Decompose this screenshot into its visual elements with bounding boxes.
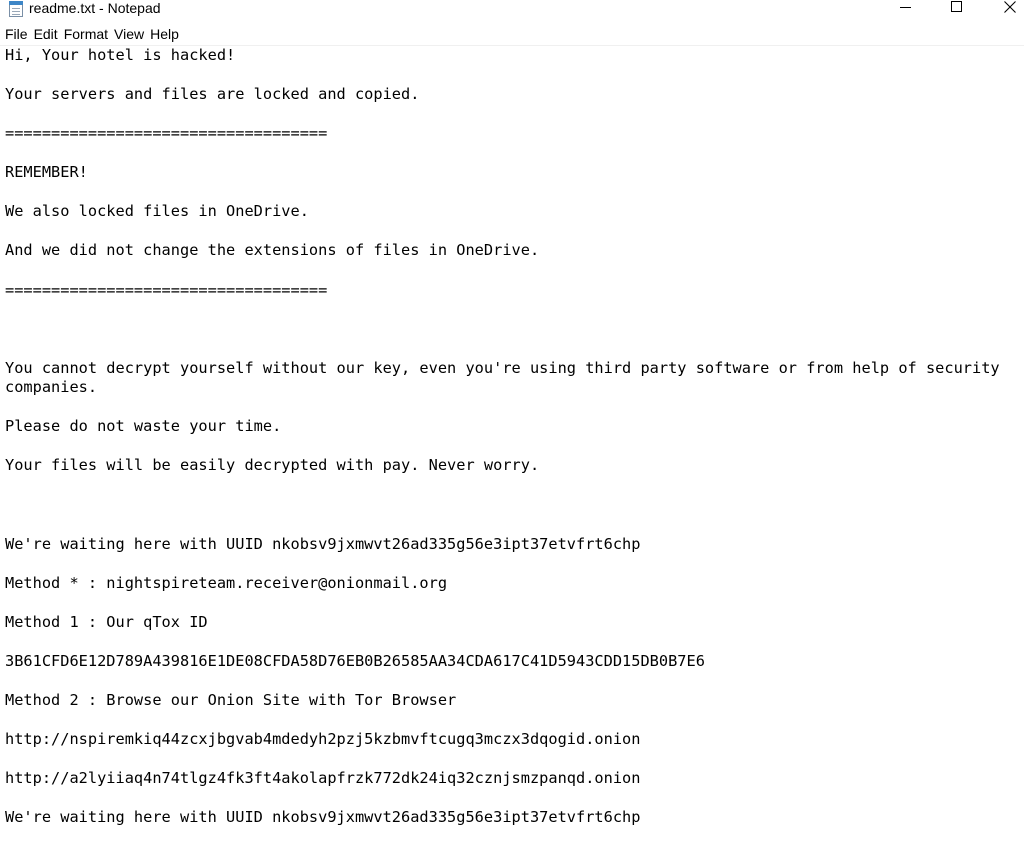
text-line bbox=[5, 320, 1005, 340]
minimize-button[interactable] bbox=[882, 0, 928, 20]
text-line bbox=[5, 398, 1005, 418]
text-line: Please do not waste your time. bbox=[5, 417, 282, 436]
text-line: We're waiting here with UUID nkobsv9jxmw… bbox=[5, 808, 641, 827]
text-line: http://nspiremkiq44zcxjbgvab4mdedyh2pzj5… bbox=[5, 730, 641, 749]
text-line: Hi, Your hotel is hacked! bbox=[5, 46, 236, 64]
maximize-button[interactable] bbox=[934, 0, 980, 20]
menu-file[interactable]: File bbox=[0, 25, 30, 45]
text-line: companies. bbox=[5, 378, 98, 397]
text-editor[interactable]: Hi, Your hotel is hacked! Your servers a… bbox=[0, 45, 1024, 863]
text-line bbox=[5, 711, 1005, 731]
text-line bbox=[5, 632, 1005, 652]
text-line: http://a2lyiiaq4n74tlgz4fk3ft4akolapfrzk… bbox=[5, 769, 641, 788]
close-icon bbox=[1004, 1, 1016, 13]
text-line: =================================== bbox=[5, 280, 328, 299]
text-line: We're waiting here with UUID nkobsv9jxmw… bbox=[5, 534, 641, 553]
text-line bbox=[5, 750, 1005, 770]
menu-help[interactable]: Help bbox=[146, 25, 181, 45]
text-line bbox=[5, 222, 1005, 242]
text-line bbox=[5, 476, 1005, 496]
text-line bbox=[5, 789, 1005, 809]
text-line: 3B61CFD6E12D789A439816E1DE08CFDA58D76EB0… bbox=[5, 651, 705, 670]
window-title: readme.txt - Notepad bbox=[29, 0, 161, 16]
text-line: We also locked files in OneDrive. bbox=[5, 202, 309, 221]
text-line bbox=[5, 672, 1005, 692]
menu-view[interactable]: View bbox=[110, 25, 146, 45]
text-line bbox=[5, 515, 1005, 535]
text-line: And we did not change the extensions of … bbox=[5, 241, 540, 260]
text-line: REMEMBER! bbox=[5, 163, 88, 182]
text-line bbox=[5, 496, 1005, 516]
text-line bbox=[5, 261, 1005, 281]
text-line bbox=[5, 300, 1005, 320]
text-line bbox=[5, 593, 1005, 613]
text-line bbox=[5, 144, 1005, 164]
document-text[interactable]: Hi, Your hotel is hacked! Your servers a… bbox=[5, 46, 1005, 828]
text-line bbox=[5, 66, 1005, 86]
text-line: Method 1 : Our qTox ID bbox=[5, 612, 208, 631]
menu-edit[interactable]: Edit bbox=[30, 25, 60, 45]
notepad-icon[interactable] bbox=[9, 1, 23, 17]
menu-format[interactable]: Format bbox=[60, 25, 110, 45]
text-line bbox=[5, 554, 1005, 574]
text-line: Method 2 : Browse our Onion Site with To… bbox=[5, 691, 457, 710]
text-line: =================================== bbox=[5, 124, 328, 143]
title-bar[interactable]: readme.txt - Notepad bbox=[0, 0, 1024, 22]
text-line: You cannot decrypt yourself without our … bbox=[5, 358, 1000, 377]
text-line bbox=[5, 105, 1005, 125]
text-line: Your servers and files are locked and co… bbox=[5, 85, 420, 104]
text-line: Method * : nightspireteam.receiver@onion… bbox=[5, 573, 448, 592]
text-line bbox=[5, 183, 1005, 203]
close-button[interactable] bbox=[987, 0, 1024, 20]
text-line bbox=[5, 437, 1005, 457]
menu-bar: File Edit Format View Help bbox=[0, 25, 1024, 45]
text-line bbox=[5, 339, 1005, 359]
text-line: Your files will be easily decrypted with… bbox=[5, 456, 540, 475]
